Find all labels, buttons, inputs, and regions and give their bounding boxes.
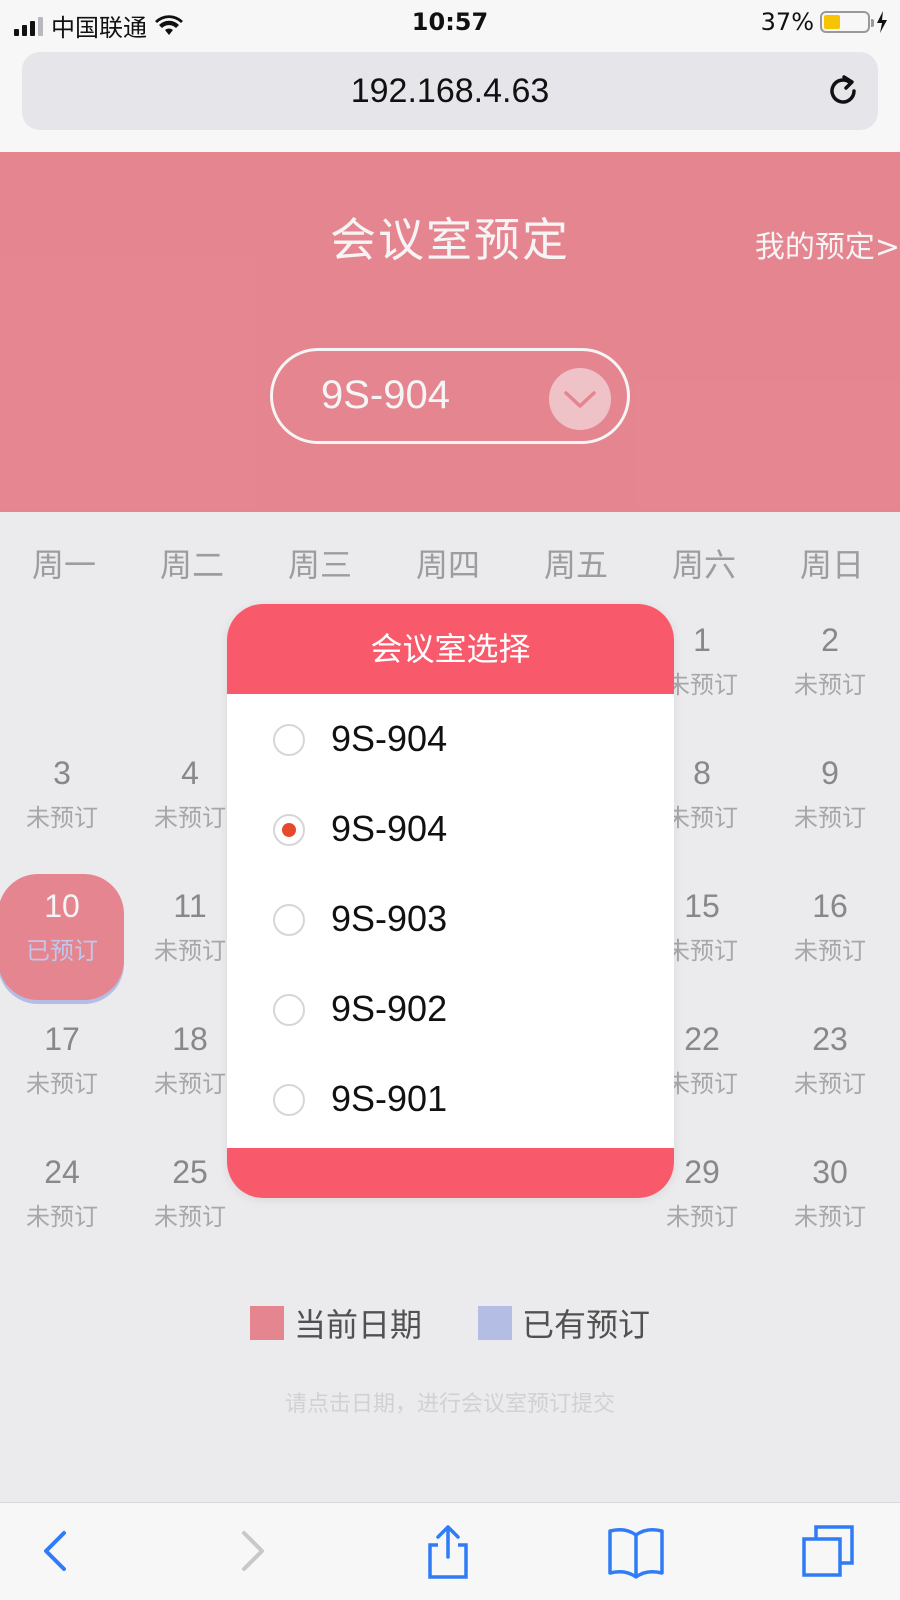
status-right: 37% [761,8,888,36]
room-option[interactable]: 9S-904 [227,784,674,874]
share-icon[interactable] [418,1521,478,1581]
room-option-label: 9S-903 [331,898,448,939]
radio-button[interactable] [273,994,305,1026]
battery-percent: 37% [760,8,814,36]
bookmarks-icon[interactable] [606,1521,666,1581]
page: 中国联通 10:57 37% 192.168.4.63 会议室预定 我的预定> … [0,0,900,1600]
tabs-icon[interactable] [798,1521,858,1581]
address-bar[interactable]: 192.168.4.63 [22,52,878,130]
room-option[interactable]: 9S-902 [227,964,674,1054]
room-option-label: 9S-902 [331,988,448,1029]
charging-icon [877,11,887,33]
room-option-label: 9S-901 [331,1078,448,1119]
radio-button[interactable] [273,904,305,936]
room-option-label: 9S-904 [331,808,448,849]
radio-button[interactable] [273,724,305,756]
room-select-modal: 会议室选择 9S-904 9S-904 9S-903 9S-902 9S-901 [227,604,674,1198]
modal-footer [227,1148,674,1198]
room-option-list: 9S-904 9S-904 9S-903 9S-902 9S-901 [227,694,674,1148]
url-text[interactable]: 192.168.4.63 [22,72,878,111]
room-option-label: 9S-904 [331,718,448,759]
radio-button[interactable] [273,814,305,846]
battery-fill [824,15,840,29]
browser-address-area: 192.168.4.63 [0,46,900,152]
room-option[interactable]: 9S-903 [227,874,674,964]
back-icon[interactable] [26,1521,86,1581]
status-bar: 中国联通 10:57 37% [0,0,900,46]
radio-button[interactable] [273,1084,305,1116]
room-option[interactable]: 9S-901 [227,1054,674,1144]
forward-icon[interactable] [222,1521,282,1581]
reload-icon[interactable] [824,72,862,110]
battery-icon [820,11,874,33]
browser-toolbar [0,1502,900,1600]
modal-title: 会议室选择 [227,604,674,694]
room-option[interactable]: 9S-904 [227,694,674,784]
